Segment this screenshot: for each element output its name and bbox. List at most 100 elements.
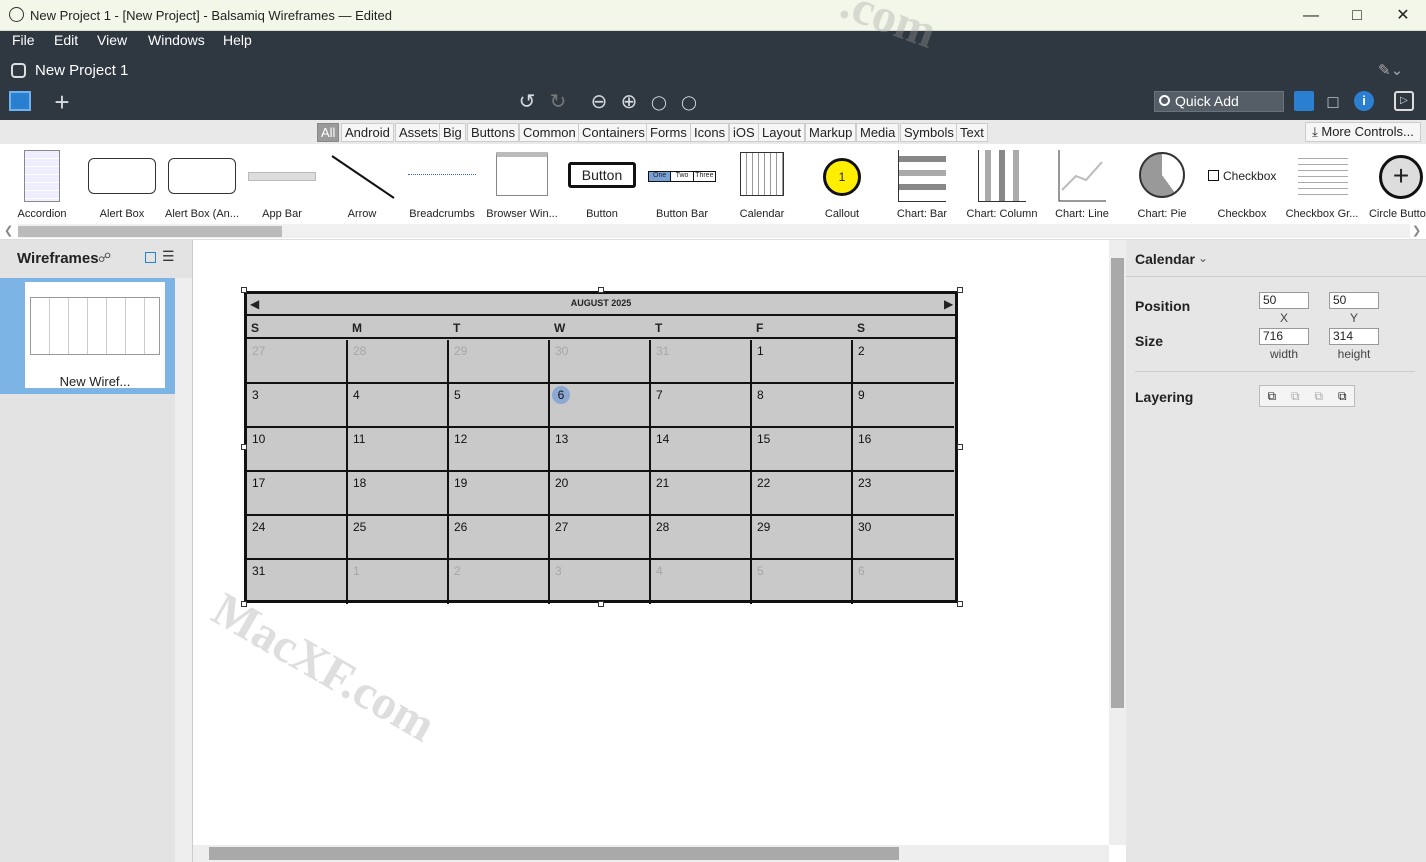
close-button[interactable]: ✕ (1380, 0, 1426, 31)
calendar-day-cell[interactable]: 6 (853, 560, 954, 604)
category-assets[interactable]: Assets (395, 123, 443, 142)
minimize-button[interactable]: — (1288, 0, 1334, 31)
maximize-button[interactable]: □ (1334, 0, 1380, 31)
calendar-day-cell[interactable]: 8 (752, 384, 853, 428)
category-forms[interactable]: Forms (646, 123, 691, 142)
calendar-day-cell[interactable]: 10 (247, 428, 348, 472)
category-all[interactable]: All (317, 123, 340, 142)
calendar-day-cell[interactable]: 30 (853, 516, 954, 560)
lib-chart-line[interactable]: Chart: Line (1042, 144, 1122, 224)
bring-forward-icon[interactable]: ⧉ (1284, 386, 1308, 406)
calendar-day-cell[interactable]: 21 (651, 472, 752, 516)
height-input[interactable]: 314 (1329, 328, 1379, 345)
lib-callout[interactable]: 1 Callout (802, 144, 882, 224)
category-layout[interactable]: Layout (758, 123, 806, 142)
y-input[interactable]: 50 (1329, 292, 1379, 309)
branch-icon[interactable]: ☍ (98, 250, 111, 266)
calendar-widget[interactable]: ◀ AUGUST 2025 ▶ SMTWTFS 27 28 29 30 31 1 2 3 4 5 6… (244, 291, 958, 604)
category-android[interactable]: Android (341, 123, 394, 142)
lib-browser-window[interactable]: Browser Win... (482, 144, 562, 224)
calendar-day-cell[interactable]: 6 (550, 384, 651, 428)
category-containers[interactable]: Containers (578, 123, 649, 142)
lib-alert-box-android[interactable]: Alert Box (An... (162, 144, 242, 224)
x-input[interactable]: 50 (1259, 292, 1309, 309)
more-controls-button[interactable]: ⤓ More Controls... (1305, 122, 1421, 142)
lib-button-bar[interactable]: One Two Three Button Bar (642, 144, 722, 224)
calendar-day-cell[interactable]: 16 (853, 428, 954, 472)
calendar-day-cell[interactable]: 5 (449, 384, 550, 428)
horizontal-scroll-thumb[interactable] (209, 847, 899, 860)
calendar-day-cell[interactable]: 18 (348, 472, 449, 516)
calendar-day-cell[interactable]: 3 (247, 384, 348, 428)
calendar-day-cell[interactable]: 19 (449, 472, 550, 516)
project-name[interactable]: New Project 1 (35, 62, 128, 79)
comment-icon[interactable]: □ (1320, 89, 1346, 115)
calendar-day-cell[interactable]: 1 (348, 560, 449, 604)
scroll-right-icon[interactable]: ❯ (1412, 224, 1421, 237)
person-icon[interactable] (1294, 91, 1314, 111)
calendar-day-cell[interactable]: 12 (449, 428, 550, 472)
lib-accordion[interactable]: Accordion (2, 144, 82, 224)
wireframe-thumbnail[interactable]: New Wiref... (0, 278, 175, 394)
calendar-day-cell[interactable]: 20 (550, 472, 651, 516)
lib-breadcrumbs[interactable]: Breadcrumbs (402, 144, 482, 224)
category-media[interactable]: Media (856, 123, 900, 142)
lib-chart-pie[interactable]: Chart: Pie (1122, 144, 1202, 224)
lib-button[interactable]: Button Button (562, 144, 642, 224)
category-common[interactable]: Common (519, 123, 580, 142)
resize-handle[interactable] (241, 444, 247, 450)
calendar-day-cell[interactable]: 28 (348, 340, 449, 384)
chevron-down-icon[interactable]: ⌄ (1198, 251, 1208, 265)
thumbnail-view-icon[interactable] (145, 252, 156, 263)
menu-help[interactable]: Help (223, 31, 252, 57)
redo-icon[interactable]: ↻ (545, 89, 571, 115)
send-backward-icon[interactable]: ⧉ (1307, 386, 1331, 406)
menu-windows[interactable]: Windows (148, 31, 205, 57)
calendar-day-cell[interactable]: 31 (247, 560, 348, 604)
library-scroll-thumb[interactable] (18, 226, 282, 237)
layout-icon[interactable] (9, 91, 31, 111)
vertical-scroll-thumb[interactable] (1111, 258, 1124, 708)
category-icons[interactable]: Icons (690, 123, 730, 142)
calendar-day-cell[interactable]: 4 (651, 560, 752, 604)
calendar-day-cell[interactable]: 2 (449, 560, 550, 604)
add-icon[interactable]: + (49, 89, 75, 115)
presentation-icon[interactable]: ▷ (1394, 91, 1414, 111)
category-symbols[interactable]: Symbols (900, 123, 958, 142)
resize-handle[interactable] (957, 287, 963, 293)
zoom-out-icon[interactable]: ⊖ (586, 89, 612, 115)
width-input[interactable]: 716 (1259, 328, 1309, 345)
calendar-day-cell[interactable]: 9 (853, 384, 954, 428)
properties-title[interactable]: Calendar (1135, 251, 1195, 267)
canvas-vertical-scrollbar[interactable] (1109, 240, 1126, 845)
calendar-day-cell[interactable]: 28 (651, 516, 752, 560)
resize-handle[interactable] (241, 287, 247, 293)
calendar-day-cell[interactable]: 27 (247, 340, 348, 384)
category-buttons[interactable]: Buttons (467, 123, 520, 142)
calendar-day-cell[interactable]: 27 (550, 516, 651, 560)
menu-view[interactable]: View (97, 31, 127, 57)
menu-file[interactable]: File (12, 31, 35, 57)
lib-checkbox[interactable]: Checkbox Checkbox (1202, 144, 1282, 224)
panel-scrollbar[interactable] (175, 278, 192, 862)
calendar-day-cell[interactable]: 7 (651, 384, 752, 428)
calendar-day-cell[interactable]: 13 (550, 428, 651, 472)
calendar-day-cell[interactable]: 23 (853, 472, 954, 516)
lib-calendar[interactable]: Calendar (722, 144, 802, 224)
category-ios[interactable]: iOS (729, 123, 759, 142)
zoom-fit-icon[interactable]: ◯ (676, 89, 702, 115)
zoom-in-icon[interactable]: ⊕ (616, 89, 642, 115)
category-markup[interactable]: Markup (805, 123, 857, 142)
calendar-day-cell[interactable]: 4 (348, 384, 449, 428)
calendar-day-cell[interactable]: 29 (449, 340, 550, 384)
lib-alert-box[interactable]: Alert Box (82, 144, 162, 224)
resize-handle[interactable] (957, 601, 963, 607)
resize-handle[interactable] (598, 601, 604, 607)
calendar-day-cell[interactable]: 31 (651, 340, 752, 384)
lib-checkbox-group[interactable]: Checkbox Gr... (1282, 144, 1362, 224)
calendar-day-cell[interactable]: 1 (752, 340, 853, 384)
calendar-day-cell[interactable]: 26 (449, 516, 550, 560)
lib-app-bar[interactable]: App Bar (242, 144, 322, 224)
bring-to-front-icon[interactable]: ⧉ (1260, 386, 1284, 406)
calendar-day-cell[interactable]: 3 (550, 560, 651, 604)
